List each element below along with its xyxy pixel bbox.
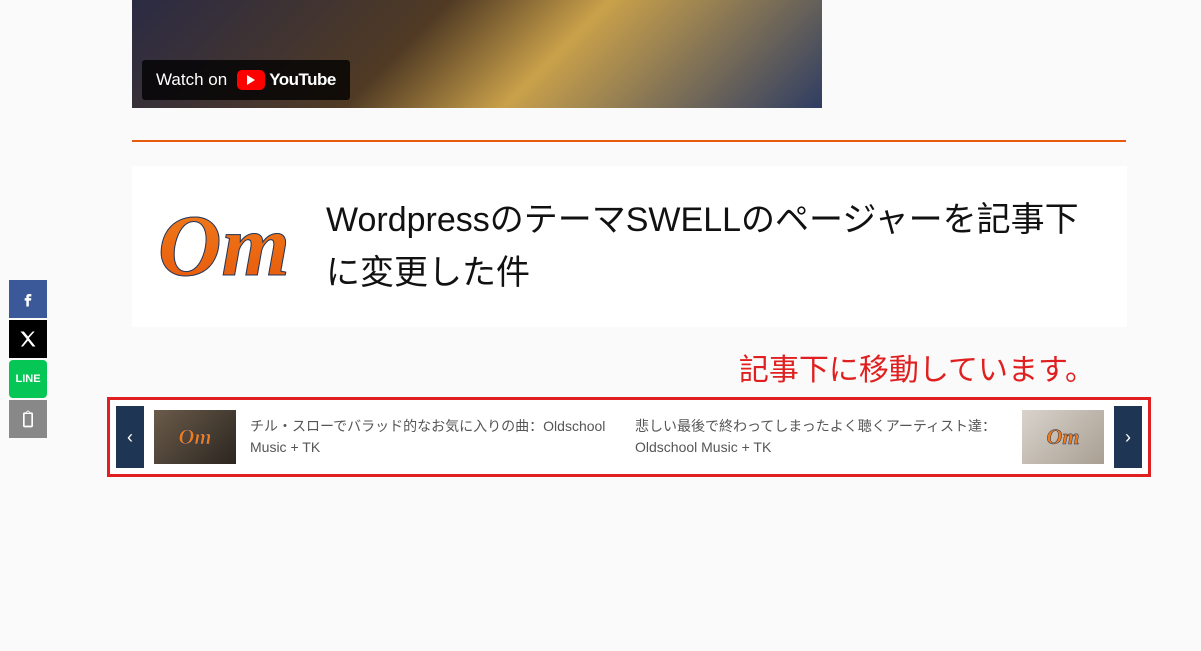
pager-next-arrow[interactable]: › xyxy=(1114,406,1142,468)
post-pager: ‹ Om チル・スローでバラッド的なお気に入りの曲：Oldschool Musi… xyxy=(107,397,1151,477)
x-icon xyxy=(18,329,38,349)
copy-link-button[interactable] xyxy=(9,400,47,438)
youtube-embed[interactable]: Watch on YouTube xyxy=(132,0,822,108)
site-logo: Om xyxy=(152,207,296,286)
main-content: Watch on YouTube Om WordpressのテーマSWELLのペ… xyxy=(107,0,1151,477)
facebook-icon xyxy=(18,289,38,309)
share-x-button[interactable] xyxy=(9,320,47,358)
article-title: WordpressのテーマSWELLのページャーを記事下に変更した件 xyxy=(326,194,1091,299)
pager-next-title: 悲しい最後で終わってしまったよく聴くアーティスト達：Oldschool Musi… xyxy=(635,416,1008,458)
pager-prev-link[interactable]: Om チル・スローでバラッド的なお気に入りの曲：Oldschool Music … xyxy=(152,406,625,468)
thumb-logo: Om xyxy=(1022,410,1104,464)
chevron-left-icon: ‹ xyxy=(127,427,133,448)
annotation-text: 記事下に移動しています。 xyxy=(107,345,1095,389)
share-facebook-button[interactable] xyxy=(9,280,47,318)
youtube-logo: YouTube xyxy=(237,70,336,90)
pager-prev-title: チル・スローでバラッド的なお気に入りの曲：Oldschool Music + T… xyxy=(250,416,623,458)
clipboard-icon xyxy=(18,409,38,429)
share-line-button[interactable]: LINE xyxy=(9,360,47,398)
article-header-card: Om WordpressのテーマSWELLのページャーを記事下に変更した件 xyxy=(132,166,1127,327)
thumb-logo: Om xyxy=(154,410,236,464)
section-divider xyxy=(132,140,1126,142)
pager-prev-thumbnail: Om xyxy=(154,410,236,464)
chevron-right-icon: › xyxy=(1125,427,1131,448)
social-share-bar: LINE xyxy=(9,280,47,438)
pager-next-link[interactable]: Om 悲しい最後で終わってしまったよく聴くアーティスト達：Oldschool M… xyxy=(633,406,1106,468)
watch-on-label: Watch on xyxy=(156,70,227,90)
line-icon: LINE xyxy=(15,373,40,385)
youtube-label: YouTube xyxy=(269,70,336,90)
youtube-play-icon xyxy=(237,70,265,90)
pager-next-thumbnail: Om xyxy=(1022,410,1104,464)
watch-on-youtube-button[interactable]: Watch on YouTube xyxy=(142,60,350,100)
pager-prev-arrow[interactable]: ‹ xyxy=(116,406,144,468)
